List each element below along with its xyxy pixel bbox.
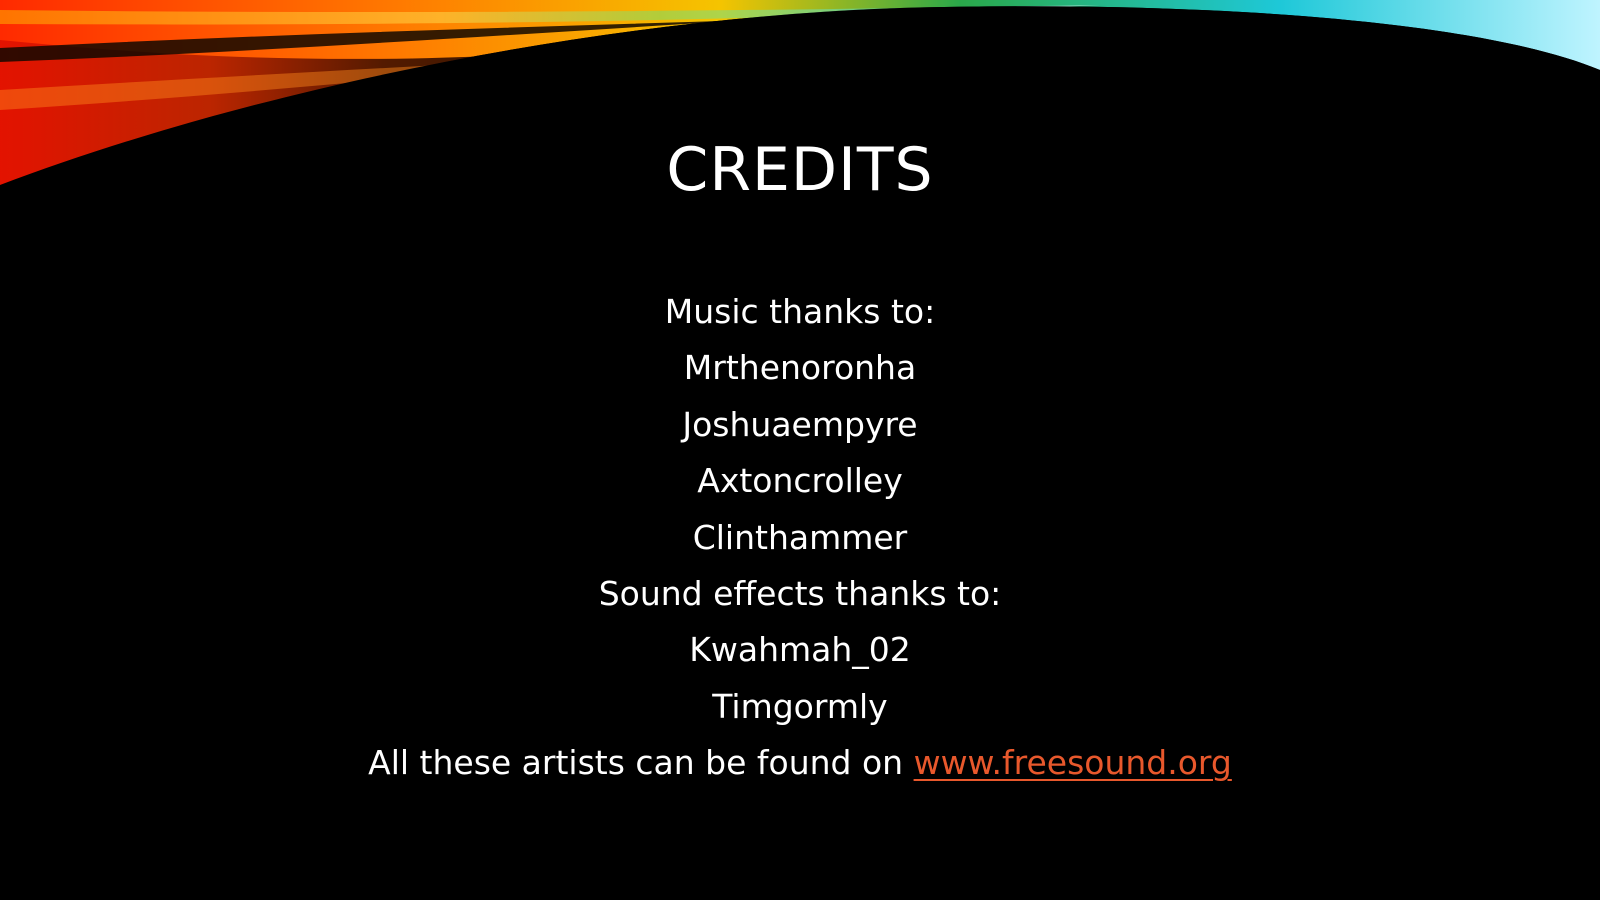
credit-item: Axtoncrolley	[697, 461, 903, 501]
credits-list: Music thanks to: Mrthenoronha Joshuaempy…	[0, 292, 1600, 800]
credit-item: Mrthenoronha	[683, 348, 917, 388]
freesound-link[interactable]: www.freesound.org	[914, 743, 1232, 782]
credit-item: Clinthammer	[692, 517, 908, 557]
slide-title: CREDITS	[666, 135, 934, 205]
credit-item: Timgormly	[712, 686, 888, 726]
credit-item: Kwahmah_02	[689, 630, 911, 670]
credit-item: Joshuaempyre	[682, 404, 918, 444]
footer-line: All these artists can be found on www.fr…	[0, 743, 1600, 799]
footer-text: All these artists can be found on	[368, 743, 914, 783]
slide: CREDITS Music thanks to: Mrthenoronha Jo…	[0, 0, 1600, 900]
music-heading: Music thanks to:	[664, 292, 936, 331]
sound-effects-heading: Sound effects thanks to:	[598, 573, 1002, 613]
